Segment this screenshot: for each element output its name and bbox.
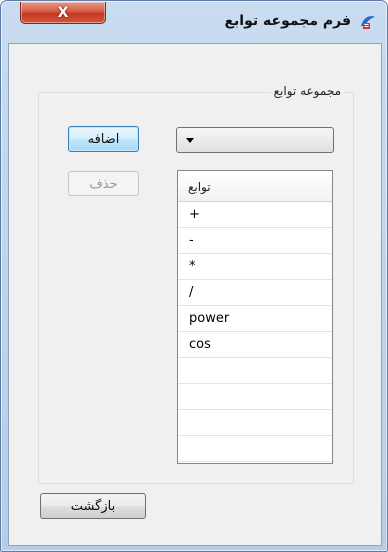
functions-list[interactable]: توابع + - * / power cos xyxy=(177,170,333,464)
window-title: فرم مجموعه توابع xyxy=(224,13,351,29)
dialog-window: فرم مجموعه توابع X مجموعه توابع اضافه حذ… xyxy=(0,0,388,552)
list-item[interactable]: * xyxy=(178,254,332,280)
list-item[interactable] xyxy=(178,358,332,384)
list-header[interactable]: توابع xyxy=(178,171,332,202)
add-button[interactable]: اضافه xyxy=(68,126,139,152)
list-item[interactable]: - xyxy=(178,228,332,254)
list-item-label: / xyxy=(189,285,194,300)
list-item-label: power xyxy=(189,311,230,326)
list-item-label: + xyxy=(189,207,200,222)
list-item[interactable]: cos xyxy=(178,332,332,358)
list-item-label: * xyxy=(189,259,196,274)
title-bar[interactable]: فرم مجموعه توابع X xyxy=(1,1,387,43)
dialog-client-area: مجموعه توابع اضافه حذف توابع + - * / pow… xyxy=(8,43,382,546)
close-icon: X xyxy=(57,4,69,21)
function-select[interactable] xyxy=(176,127,334,153)
close-button[interactable]: X xyxy=(20,2,106,24)
list-item[interactable]: / xyxy=(178,280,332,306)
list-item-label: cos xyxy=(189,337,211,352)
list-item[interactable]: power xyxy=(178,306,332,332)
list-item[interactable] xyxy=(178,410,332,436)
back-button[interactable]: بازگشت xyxy=(40,493,146,519)
delete-button[interactable]: حذف xyxy=(68,171,139,196)
list-item-label: - xyxy=(189,233,194,248)
list-item[interactable]: + xyxy=(178,202,332,228)
groupbox-label: مجموعه توابع xyxy=(270,84,344,98)
list-item[interactable] xyxy=(178,384,332,410)
function-set-icon xyxy=(359,14,377,32)
list-item[interactable] xyxy=(178,436,332,462)
chevron-down-icon[interactable] xyxy=(186,138,194,143)
list-header-label: توابع xyxy=(188,180,211,194)
